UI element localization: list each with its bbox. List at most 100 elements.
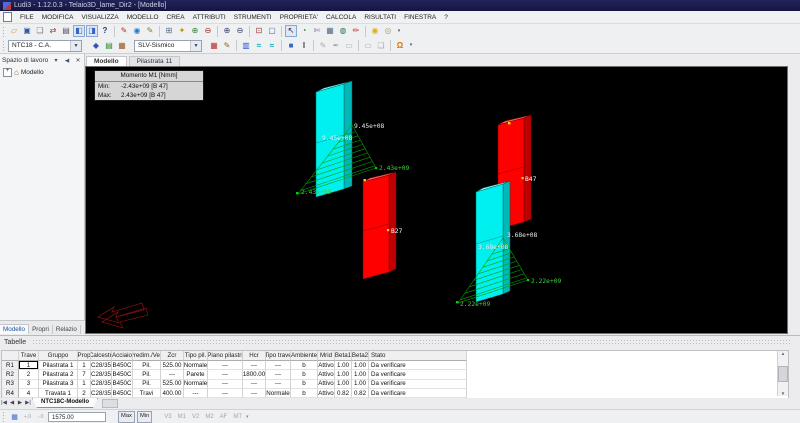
scale-value-field[interactable]: 1575.00 (48, 412, 106, 422)
pencil-disabled-icon[interactable]: ✎ (317, 40, 329, 52)
menu-help[interactable]: ? (440, 14, 452, 21)
window-data-button[interactable]: ◨ (86, 25, 98, 37)
table-cell[interactable]: 1 (78, 361, 91, 370)
table-row[interactable]: R3 3 Pilastrata 3 1 C28/35 B450C Pil. 52… (2, 380, 468, 389)
sidebar-tab-modello[interactable]: Modello (0, 324, 29, 334)
row-header[interactable]: R1 (2, 361, 19, 370)
overflow-button[interactable]: ▾ (395, 25, 403, 37)
table-cell[interactable]: C28/35 (91, 380, 112, 389)
component-m1-toggle[interactable]: M1 (176, 414, 188, 420)
table-cell[interactable]: b (291, 380, 318, 389)
column-red-1[interactable] (363, 172, 396, 279)
table-cell[interactable]: --- (208, 361, 243, 370)
table-cell[interactable]: --- (208, 389, 243, 398)
model-canvas[interactable]: 9.45e+08 9.45e+08 2.43e+09 2.43e+09 B27 … (86, 67, 787, 333)
mesh-globe-button[interactable]: ◍ (337, 25, 349, 37)
zoom-extents-button[interactable]: ▢ (266, 25, 278, 37)
table-cell[interactable]: B450C (112, 389, 133, 398)
annotate-button[interactable]: ✏ (350, 25, 362, 37)
row-header[interactable]: R3 (2, 380, 19, 389)
statusbar-grip[interactable] (2, 411, 5, 422)
menu-strumenti[interactable]: STRUMENTI (230, 14, 276, 21)
menu-crea[interactable]: CREA (163, 14, 189, 21)
copy-button[interactable]: ❏ (34, 25, 46, 37)
doc-tab-pilastrata[interactable]: Pilastrata 11 (129, 56, 181, 66)
table-cell[interactable]: Da verificare (369, 389, 467, 398)
horizontal-scrollbar-thumb[interactable] (102, 399, 118, 408)
selection-add-button[interactable]: ⊕ (189, 25, 201, 37)
column-header[interactable]: Mrid (318, 351, 335, 361)
panel-drag-texture[interactable] (32, 339, 792, 346)
open-button[interactable]: ▱ (8, 25, 20, 37)
table-cell[interactable]: --- (184, 389, 208, 398)
column-header[interactable]: Tipo trave (266, 351, 291, 361)
pen-disabled-icon[interactable]: ✒ (330, 40, 342, 52)
draw-pencil-button[interactable]: ✎ (144, 25, 156, 37)
table-cell[interactable]: Da verificare (369, 361, 467, 370)
table-cell[interactable]: 1 (19, 361, 39, 370)
table-cell[interactable]: 3 (19, 380, 39, 389)
plan-grid-icon[interactable]: ▦ (116, 40, 128, 52)
table-row[interactable]: R1 1 Pilastrata 1 1 C28/35 B450C Pil. 52… (2, 361, 468, 370)
table-cell[interactable]: b (291, 389, 318, 398)
section-cut-button[interactable]: ✄ (311, 25, 323, 37)
component-m2-toggle[interactable]: M2 (203, 414, 215, 420)
table-cell[interactable]: 1.00 (352, 361, 369, 370)
expand-icon[interactable]: + (3, 68, 12, 77)
column-header[interactable]: Beta1 (335, 351, 352, 361)
component-af-toggle[interactable]: AF (218, 414, 230, 420)
zoom-window-button[interactable]: ⊡ (253, 25, 265, 37)
chevron-down-icon[interactable]: ▼ (190, 41, 201, 51)
column-header[interactable]: Beta2 (352, 351, 369, 361)
table-cell[interactable]: B450C (112, 361, 133, 370)
pointer-button[interactable]: ↖ (285, 25, 297, 37)
panel-menu-icon[interactable]: ▾ (52, 56, 60, 65)
column-header[interactable]: Calcestr. (91, 351, 112, 361)
table-cell[interactable]: Attivo (318, 380, 335, 389)
table-cell[interactable]: C28/35 (91, 389, 112, 398)
colorbar-icon[interactable]: ▥ (240, 40, 252, 52)
toolbar-grip[interactable] (2, 40, 5, 51)
last-sheet-button[interactable]: ▶| (24, 399, 32, 407)
import-export-button[interactable]: ⇄ (47, 25, 59, 37)
omega-button[interactable]: Ω (394, 40, 406, 52)
table-cell[interactable]: --- (266, 370, 291, 379)
table-cell[interactable]: 4 (19, 389, 39, 398)
column-header[interactable]: Predim./Ver. (133, 351, 161, 361)
table-cell[interactable]: Pilastrata 2 (39, 370, 78, 379)
column-header[interactable]: Tipo pil. (184, 351, 208, 361)
column-header[interactable]: Piano pilastri (208, 351, 243, 361)
sheet-tab-ntc18c[interactable]: NTC18C-Modello (32, 398, 98, 408)
table-cell[interactable]: --- (208, 370, 243, 379)
max-button[interactable]: Max (118, 411, 135, 423)
table-zoom-icon[interactable]: ▦ (9, 412, 20, 422)
table-cell[interactable]: 1 (78, 380, 91, 389)
table-cell[interactable]: Normale (184, 380, 208, 389)
render-globe-button[interactable]: ◉ (131, 25, 143, 37)
column-header[interactable] (2, 351, 19, 361)
window-model-button[interactable]: ◧ (73, 25, 85, 37)
zoom-out-button[interactable]: ⊖ (234, 25, 246, 37)
document-icon[interactable] (3, 12, 12, 22)
table-cell[interactable]: 2 (19, 370, 39, 379)
load-case-combo[interactable]: SLV-Sismico ▼ (134, 40, 202, 52)
table-cell[interactable]: 1.00 (352, 380, 369, 389)
zoom-in-button[interactable]: ⊕ (221, 25, 233, 37)
table-cell[interactable]: B450C (112, 370, 133, 379)
menu-modifica[interactable]: MODIFICA (38, 14, 78, 21)
column-header[interactable]: Gruppo (39, 351, 78, 361)
table-cell[interactable]: Travi (133, 389, 161, 398)
sidebar-tab-relazione[interactable]: Relazio (53, 325, 81, 334)
column-header[interactable]: Acciaio (112, 351, 133, 361)
quick-select-button[interactable]: ✦ (176, 25, 188, 37)
table-cell[interactable]: 0.82 (335, 389, 352, 398)
table-cell[interactable]: Travata 1 (39, 389, 78, 398)
table-cell[interactable]: 7 (78, 370, 91, 379)
table-cell[interactable]: Normale (184, 361, 208, 370)
table-cell[interactable]: b (291, 370, 318, 379)
sidebar-tab-proprieta[interactable]: Propri (29, 325, 53, 334)
table-cell[interactable]: Attivo (318, 389, 335, 398)
print-preview-button[interactable]: ▤ (60, 25, 72, 37)
diagram-wave1-icon[interactable]: ≈ (253, 40, 265, 52)
table-cell[interactable]: --- (266, 380, 291, 389)
